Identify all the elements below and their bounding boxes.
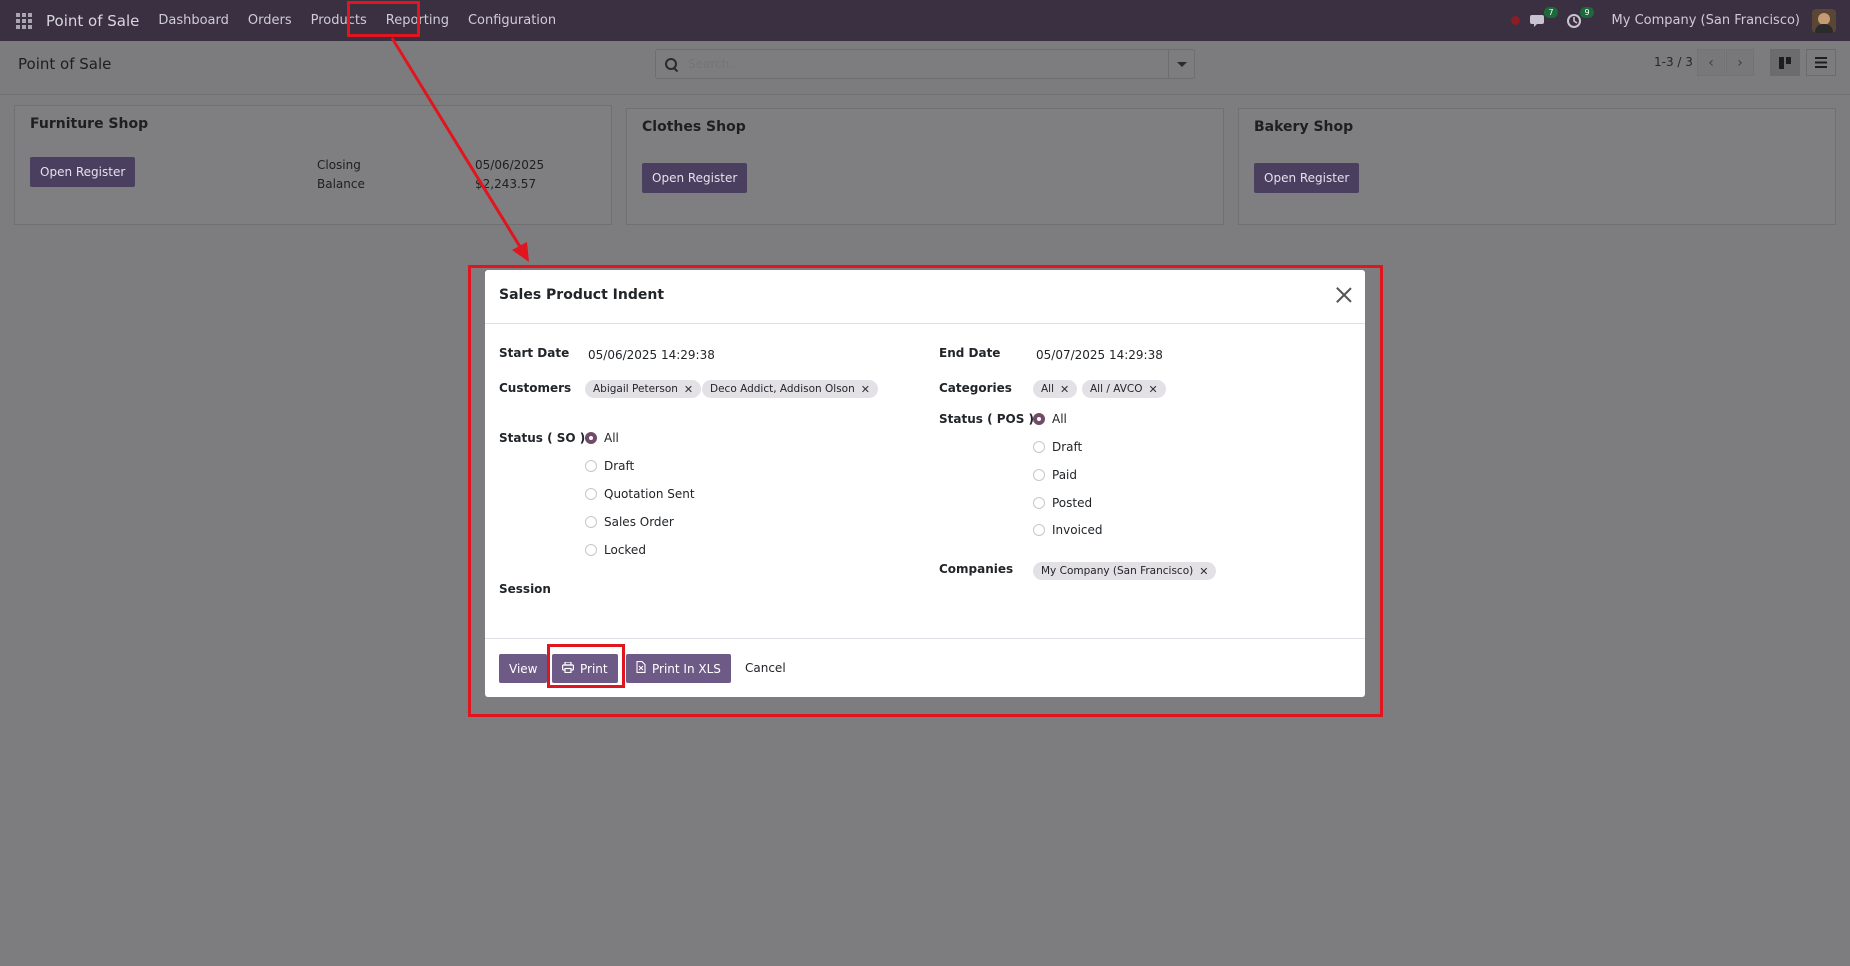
annotation-arrow-icon (390, 37, 529, 262)
